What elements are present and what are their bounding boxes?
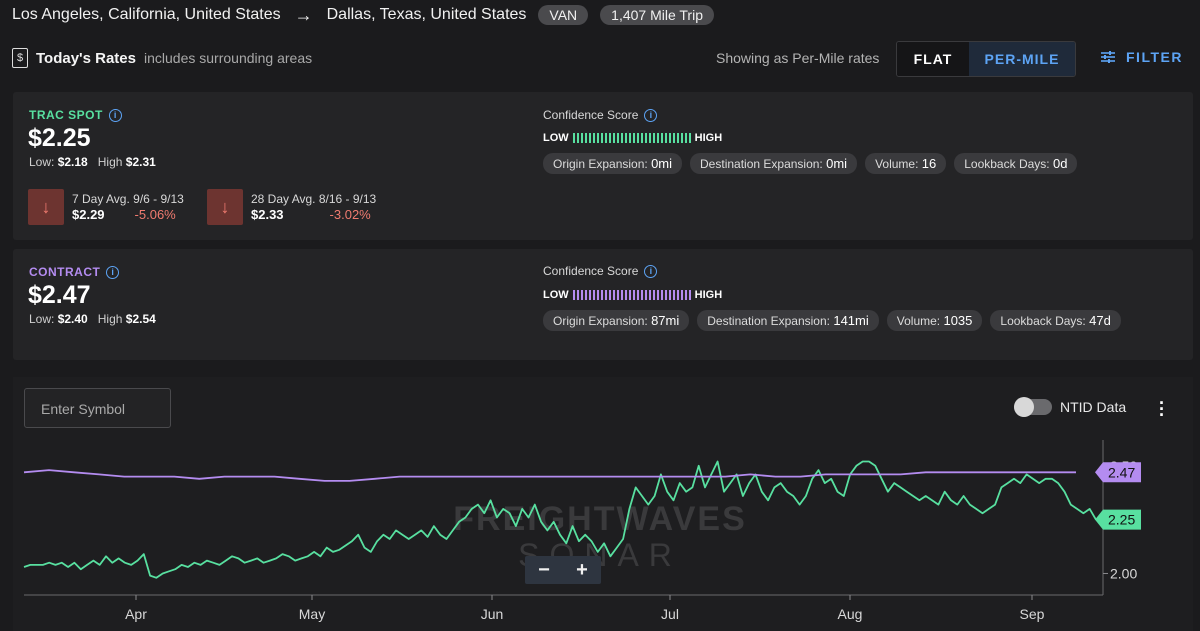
more-vertical-icon[interactable]: · · · (1158, 394, 1166, 424)
ntid-label: NTID Data (1060, 399, 1127, 415)
symbol-input[interactable]: Enter Symbol (24, 388, 171, 428)
last-value-tag: 2.47 (1095, 462, 1141, 483)
x-tick-label: Jul (661, 606, 679, 622)
x-tick-label: Apr (125, 606, 147, 622)
watermark-line-1: FREIGHTWAVES (453, 500, 747, 538)
zoom-controls: − + (525, 556, 601, 584)
rate-chart[interactable]: FREIGHTWAVES SONAR Apr May Jun Jul Aug Sep 2.… (0, 0, 1200, 631)
x-tick-label: Sep (1020, 606, 1045, 622)
last-value-label: 2.25 (1108, 512, 1135, 528)
series-line-contract (23, 469, 1076, 482)
zoom-in-button[interactable]: + (563, 556, 601, 584)
y-tick-label: 2.00 (1110, 565, 1137, 581)
last-value-labels: 2.25 2.47 (1095, 462, 1141, 530)
last-value-label: 2.47 (1108, 464, 1135, 480)
x-axis: Apr May Jun Jul Aug Sep (24, 594, 1103, 622)
x-tick-label: Aug (838, 606, 863, 622)
ntid-switch[interactable] (1014, 397, 1052, 417)
last-value-tag: 2.25 (1095, 509, 1141, 530)
zoom-out-button[interactable]: − (525, 556, 563, 584)
x-tick-label: May (299, 606, 325, 622)
x-tick-label: Jun (481, 606, 504, 622)
ntid-toggle[interactable]: NTID Data (1014, 397, 1127, 417)
